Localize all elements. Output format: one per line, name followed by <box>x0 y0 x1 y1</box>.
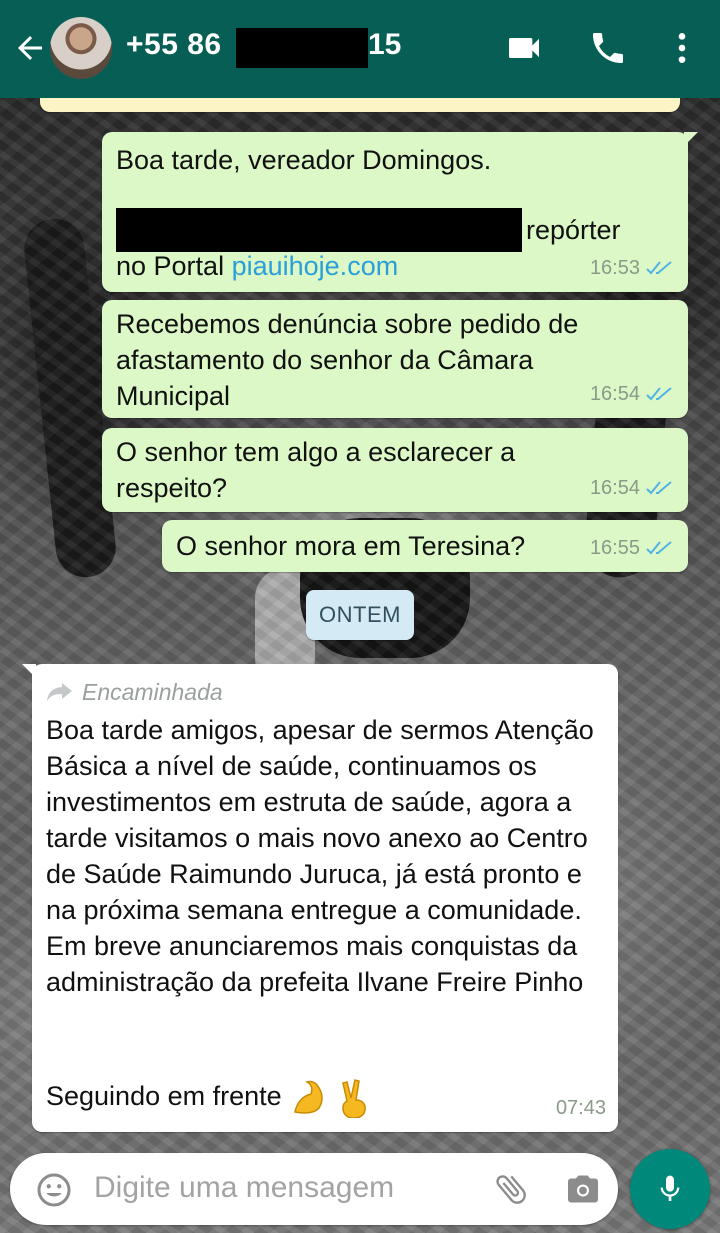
message-closing: Seguindo em frente <box>46 1078 373 1118</box>
message-meta: 07:43 <box>556 1090 606 1126</box>
message-meta: 16:55 <box>590 530 676 566</box>
message-text: no Portal <box>116 251 225 281</box>
message-text: O senhor mora em Teresina? <box>176 531 526 561</box>
message-time: 16:54 <box>589 477 640 499</box>
outgoing-message[interactable]: O senhor mora em Teresina? 16:55 <box>162 520 688 572</box>
double-check-icon <box>646 481 672 495</box>
message-text: Boa tarde amigos, apesar de sermos Atenç… <box>46 715 594 997</box>
redacted-text <box>116 208 522 252</box>
message-text: Recebemos denúncia sobre pedido de afast… <box>116 309 579 411</box>
message-time: 16:53 <box>589 257 640 279</box>
message-meta: 16:54 <box>590 376 676 412</box>
message-text: repórter <box>526 215 621 245</box>
victory-hand-icon <box>341 1079 366 1118</box>
message-meta: 16:53 <box>590 250 676 286</box>
outgoing-message[interactable]: Recebemos denúncia sobre pedido de afast… <box>102 300 688 418</box>
double-check-icon <box>646 387 672 401</box>
message-composer: Digite uma mensagem <box>10 1153 618 1225</box>
attach-clip-icon[interactable] <box>492 1170 530 1208</box>
message-time: 07:43 <box>555 1097 606 1119</box>
date-divider: ONTEM <box>306 590 414 640</box>
mic-icon <box>660 1175 680 1201</box>
emoji-icon[interactable] <box>36 1172 72 1208</box>
back-arrow-icon[interactable] <box>12 30 48 66</box>
more-options-icon[interactable] <box>662 28 702 68</box>
contact-number-suffix[interactable]: 15 <box>368 28 401 62</box>
message-input[interactable]: Digite uma mensagem <box>94 1171 394 1205</box>
voice-message-button[interactable] <box>630 1149 710 1229</box>
message-link[interactable]: piauihoje.com <box>232 251 399 281</box>
message-text: O senhor tem algo a esclarecer a respeit… <box>116 437 516 503</box>
message-time: 16:55 <box>589 537 640 559</box>
outgoing-message[interactable]: O senhor tem algo a esclarecer a respeit… <box>102 428 688 512</box>
video-call-icon[interactable] <box>504 28 544 68</box>
contact-avatar[interactable] <box>50 17 112 79</box>
camera-icon[interactable] <box>564 1171 602 1207</box>
outgoing-message[interactable]: Boa tarde, vereador Domingos. repórter n… <box>102 132 698 292</box>
flexed-biceps-icon <box>294 1080 323 1114</box>
incoming-forwarded-message[interactable]: Encaminhada Boa tarde amigos, apesar de … <box>22 664 618 1132</box>
forward-arrow-icon <box>47 683 72 701</box>
double-check-icon <box>646 541 672 555</box>
redacted-number <box>236 28 368 68</box>
contact-number-prefix[interactable]: +55 86 <box>126 28 222 62</box>
forwarded-label: Encaminhada <box>46 674 223 710</box>
message-text: Seguindo em frente <box>46 1081 282 1112</box>
double-check-icon <box>646 261 672 275</box>
chat-header: +55 86 15 <box>0 0 720 98</box>
phone-icon[interactable] <box>588 28 628 68</box>
message-text: Boa tarde, vereador Domingos. <box>116 145 492 175</box>
message-time: 16:54 <box>589 383 640 405</box>
message-meta: 16:54 <box>590 470 676 506</box>
